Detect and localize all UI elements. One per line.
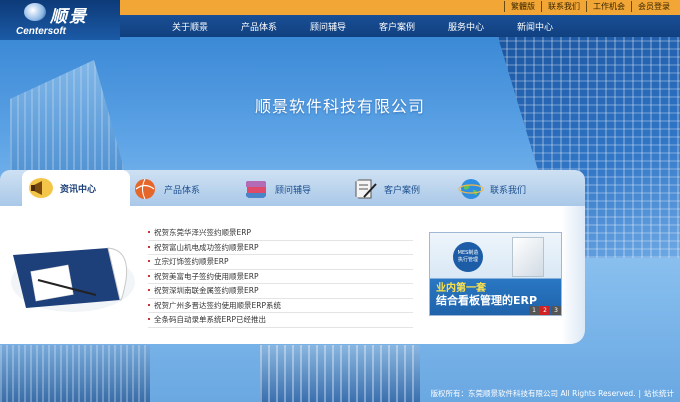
hero-title: 顺景软件科技有限公司 bbox=[254, 97, 425, 116]
badge-line2: 执行管理 bbox=[457, 257, 478, 263]
software-box-icon bbox=[512, 237, 544, 277]
copyright-text: 版权所有：东莞顺景软件科技有限公司 All Rights Reserved. bbox=[430, 389, 636, 398]
logo-text-cn: 顺景 bbox=[50, 7, 88, 27]
nav-cases[interactable]: 客户案例 bbox=[367, 20, 436, 33]
nav-about[interactable]: 关于顺景 bbox=[160, 20, 229, 33]
news-item[interactable]: 全条码自动录单系统ERP已经推出 bbox=[148, 313, 413, 328]
promo-page-2[interactable]: 2 bbox=[540, 306, 550, 315]
tab-label: 联系我们 bbox=[490, 185, 527, 196]
news-item[interactable]: 立宗灯饰签约顺景ERP bbox=[148, 255, 413, 270]
link-contact[interactable]: 联系我们 bbox=[541, 1, 586, 12]
link-login[interactable]: 会员登录 bbox=[631, 1, 676, 12]
promo-page-1[interactable]: 1 bbox=[529, 306, 539, 315]
logo-mark-icon bbox=[24, 3, 46, 21]
tab-news-center[interactable]: 资讯中心 bbox=[22, 170, 130, 206]
promo-pager: 1 2 3 bbox=[528, 306, 561, 315]
news-list: 祝贺东莞华泽兴签约顺景ERP 祝贺富山机电成功签约顺景ERP 立宗灯饰签约顺景E… bbox=[148, 226, 413, 328]
building-bottom-decoration bbox=[260, 345, 420, 402]
tab-label: 产品体系 bbox=[164, 185, 201, 196]
promo-line2: 结合看板管理的ERP bbox=[436, 294, 538, 307]
megaphone-icon bbox=[29, 178, 53, 198]
earth-icon bbox=[458, 179, 484, 199]
building-bottom-left-decoration bbox=[0, 345, 150, 402]
nav-consulting[interactable]: 顾问辅导 bbox=[298, 20, 367, 33]
news-item[interactable]: 祝贺深圳南联金属签约顺景ERP bbox=[148, 284, 413, 299]
globe-icon bbox=[135, 178, 155, 200]
promo-page-3[interactable]: 3 bbox=[551, 306, 561, 315]
news-item[interactable]: 祝贺富山机电成功签约顺景ERP bbox=[148, 241, 413, 255]
news-item[interactable]: 祝贺广州多晋达签约使用顺景ERP系统 bbox=[148, 299, 413, 313]
nav-products[interactable]: 产品体系 bbox=[229, 20, 298, 33]
badge-line1: MES制造 bbox=[457, 250, 479, 256]
logo[interactable]: 顺景 Centersoft bbox=[0, 0, 120, 40]
stats-link[interactable]: 站长统计 bbox=[644, 389, 674, 398]
document-pen-icon bbox=[355, 179, 377, 199]
tab-label: 顾问辅导 bbox=[275, 185, 312, 196]
news-item[interactable]: 祝贺美富电子签约使用顺景ERP bbox=[148, 270, 413, 284]
tab-consulting[interactable]: 顾问辅导 bbox=[243, 172, 348, 206]
nav-service[interactable]: 服务中心 bbox=[436, 20, 505, 33]
nav-news[interactable]: 新闻中心 bbox=[505, 20, 574, 33]
footer: 版权所有：东莞顺景软件科技有限公司 All Rights Reserved. | 站… bbox=[430, 389, 674, 398]
utility-links: 繁體版 联系我们 工作机会 会员登录 bbox=[504, 1, 676, 12]
tab-label: 客户案例 bbox=[384, 185, 421, 196]
tab-products[interactable]: 产品体系 bbox=[132, 172, 237, 206]
promo-banner[interactable]: MES制造 执行管理 业内第一套 结合看板管理的ERP 1 2 3 bbox=[429, 232, 562, 316]
nav-items: 关于顺景 产品体系 顾问辅导 客户案例 服务中心 新闻中心 bbox=[160, 20, 574, 33]
mes-badge: MES制造 执行管理 bbox=[453, 242, 483, 272]
tab-cases[interactable]: 客户案例 bbox=[352, 172, 462, 206]
books-icon bbox=[246, 181, 266, 198]
link-jobs[interactable]: 工作机会 bbox=[586, 1, 631, 12]
documents-illustration bbox=[11, 247, 135, 312]
link-traditional[interactable]: 繁體版 bbox=[504, 1, 541, 12]
news-item[interactable]: 祝贺东莞华泽兴签约顺景ERP bbox=[148, 226, 413, 241]
logo-text-en: Centersoft bbox=[16, 26, 67, 37]
tab-contact[interactable]: 联系我们 bbox=[458, 172, 568, 206]
tab-label: 资讯中心 bbox=[60, 184, 97, 195]
